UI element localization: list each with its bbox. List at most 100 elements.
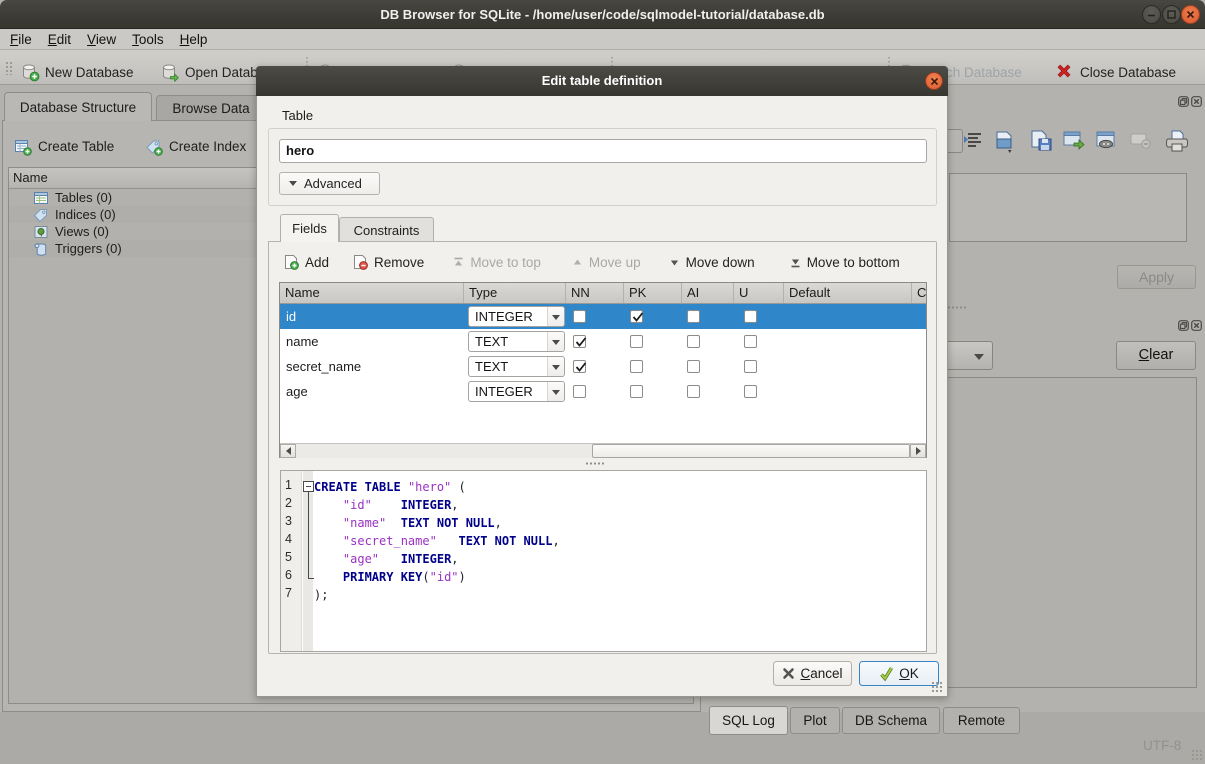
cell-apply-icon[interactable] — [1062, 130, 1086, 155]
cell-print-icon[interactable] — [1165, 129, 1189, 156]
cell-export-icon[interactable] — [1029, 129, 1053, 156]
tab-sql-log[interactable]: SQL Log — [709, 706, 788, 735]
checkbox-pk[interactable] — [630, 385, 643, 398]
checkbox-ai[interactable] — [687, 360, 700, 373]
checkbox-ai[interactable] — [687, 385, 700, 398]
apply-button[interactable]: Apply — [1117, 265, 1196, 289]
checkbox-pk[interactable] — [630, 360, 643, 373]
col-pk[interactable]: PK — [624, 283, 682, 303]
field-type-combobox[interactable]: TEXT — [468, 356, 565, 377]
checkbox-ai[interactable] — [687, 335, 700, 348]
tab-browse-data[interactable]: Browse Data — [156, 95, 266, 120]
field-type-combobox[interactable]: TEXT — [468, 331, 565, 352]
combo-dropdown-button[interactable] — [547, 332, 564, 351]
move-down-button[interactable]: Move down — [669, 255, 755, 270]
cell-mode-icon[interactable] — [963, 130, 985, 155]
combo-dropdown-button[interactable] — [547, 357, 564, 376]
minimize-button[interactable] — [1142, 5, 1161, 24]
add-field-button[interactable]: Add — [283, 254, 329, 270]
tab-constraints[interactable]: Constraints — [339, 217, 434, 242]
move-to-bottom-button[interactable]: Move to bottom — [790, 255, 900, 270]
table-name-input[interactable]: hero — [279, 139, 927, 163]
toolbar-drag-handle[interactable] — [5, 61, 14, 75]
tab-sql-log-label: SQL Log — [722, 713, 775, 728]
sql-code-line: PRIMARY KEY("id") — [314, 568, 466, 586]
checkbox-pk[interactable] — [630, 335, 643, 348]
field-row-id[interactable]: idINTEGER — [280, 304, 926, 329]
checkbox-u[interactable] — [744, 310, 757, 323]
menu-file[interactable]: File — [2, 32, 40, 47]
move-up-button[interactable]: Move up — [572, 255, 641, 270]
move-to-top-button[interactable]: Move to top — [453, 255, 541, 270]
menu-help[interactable]: Help — [172, 32, 216, 47]
checkbox-u[interactable] — [744, 335, 757, 348]
checkbox-u[interactable] — [744, 360, 757, 373]
menu-tools[interactable]: Tools — [124, 32, 172, 47]
checkbox-ai[interactable] — [687, 310, 700, 323]
field-row-secret_name[interactable]: secret_nameTEXT — [280, 354, 926, 379]
cancel-label: Cancel — [800, 666, 842, 681]
sql-preview[interactable]: 1234567CREATE TABLE "hero" ( "id" INTEGE… — [280, 470, 927, 652]
dock-splitter-handle[interactable] — [947, 306, 967, 309]
close-database-button[interactable]: Close Database — [1055, 57, 1176, 87]
tab-remote[interactable]: Remote — [943, 707, 1020, 734]
checkbox-nn[interactable] — [573, 360, 586, 373]
field-type-combobox[interactable]: INTEGER — [468, 306, 565, 327]
grid-hscrollbar[interactable] — [280, 443, 926, 458]
checkbox-nn[interactable] — [573, 310, 586, 323]
col-ai[interactable]: AI — [682, 283, 734, 303]
tab-plot[interactable]: Plot — [790, 707, 840, 734]
close-window-button[interactable] — [1181, 5, 1200, 24]
scrollbar-thumb[interactable] — [592, 444, 910, 458]
dialog-title-bar[interactable]: Edit table definition — [256, 66, 948, 96]
checkbox-pk[interactable] — [630, 310, 643, 323]
field-row-age[interactable]: ageINTEGER — [280, 379, 926, 404]
dock-float-button[interactable] — [1178, 95, 1189, 106]
checkbox-u[interactable] — [744, 385, 757, 398]
tab-database-structure[interactable]: Database Structure — [4, 92, 152, 121]
col-nn[interactable]: NN — [566, 283, 624, 303]
checkbox-nn[interactable] — [573, 335, 586, 348]
tab-db-schema[interactable]: DB Schema — [842, 707, 940, 734]
combo-dropdown-button[interactable] — [547, 307, 564, 326]
window-resize-grip[interactable] — [1191, 749, 1203, 761]
menu-edit[interactable]: Edit — [40, 32, 79, 47]
cell-link-icon[interactable] — [1095, 130, 1119, 155]
col-u[interactable]: U — [734, 283, 784, 303]
window-title: DB Browser for SQLite - /home/user/code/… — [0, 0, 1205, 29]
scroll-right-button[interactable] — [910, 444, 926, 458]
create-index-button[interactable]: Create Index — [145, 134, 246, 159]
create-table-button[interactable]: Create Table — [14, 134, 114, 159]
line-number: 6 — [285, 568, 299, 582]
checkbox-nn[interactable] — [573, 385, 586, 398]
ok-button[interactable]: OK — [859, 661, 939, 686]
cell-null-icon[interactable] — [1129, 131, 1153, 154]
tab-fields[interactable]: Fields — [280, 214, 339, 242]
cell-editor-textarea[interactable] — [949, 173, 1187, 242]
log-dock-float-button[interactable] — [1178, 319, 1189, 330]
field-row-name[interactable]: nameTEXT — [280, 329, 926, 354]
dialog-close-button[interactable] — [925, 72, 943, 90]
fold-marker[interactable] — [303, 481, 314, 492]
col-name[interactable]: Name — [280, 283, 464, 303]
new-database-button[interactable]: New Database — [20, 57, 134, 87]
combo-dropdown-button[interactable] — [547, 382, 564, 401]
cancel-button[interactable]: Cancel — [773, 661, 852, 686]
dock-close-button[interactable] — [1191, 95, 1202, 106]
scroll-left-button[interactable] — [280, 444, 296, 458]
fold-line — [308, 492, 309, 578]
dialog-resize-grip[interactable] — [931, 681, 943, 693]
field-type-combobox[interactable]: INTEGER — [468, 381, 565, 402]
col-type[interactable]: Type — [464, 283, 566, 303]
log-dock-close-button[interactable] — [1191, 319, 1202, 330]
fields-grid: Name Type NN PK AI U Default Check idINT… — [279, 282, 927, 458]
menu-view[interactable]: View — [79, 32, 124, 47]
col-default[interactable]: Default — [784, 283, 912, 303]
col-check[interactable]: Check — [912, 283, 926, 303]
remove-field-button[interactable]: Remove — [352, 254, 424, 270]
cell-import-icon[interactable] — [993, 129, 1017, 158]
advanced-button[interactable]: Advanced — [279, 172, 380, 195]
clear-button[interactable]: Clear — [1116, 341, 1196, 370]
maximize-button[interactable] — [1162, 5, 1181, 24]
dialog-splitter-handle[interactable] — [585, 462, 605, 465]
